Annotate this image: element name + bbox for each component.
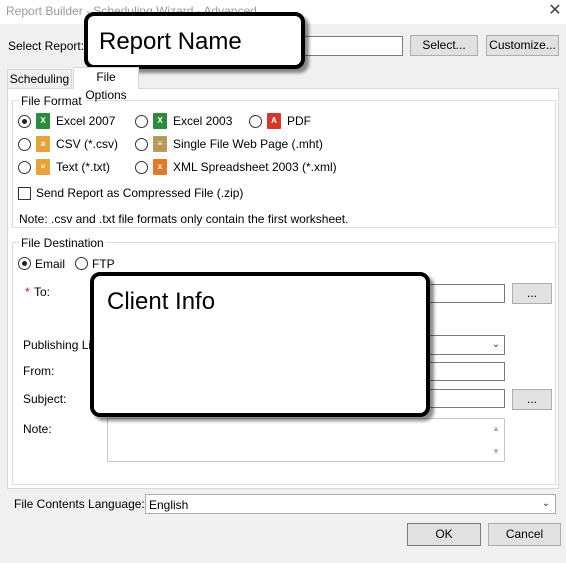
client-info-callout-text: Client Info (107, 288, 216, 315)
text-file-icon: ≡ (36, 159, 50, 175)
csv-label: CSV (*.csv) (56, 137, 119, 151)
text-radio[interactable] (18, 161, 31, 174)
subject-browse-button[interactable]: ... (512, 389, 552, 410)
file-format-legend: File Format (19, 94, 84, 108)
note-textarea[interactable] (107, 418, 505, 462)
cancel-button[interactable]: Cancel (488, 523, 561, 546)
xml-radio[interactable] (135, 161, 148, 174)
pdf-icon: A (267, 113, 281, 129)
customize-button[interactable]: Customize... (486, 35, 559, 56)
chevron-down-icon[interactable]: ⌄ (488, 336, 504, 354)
excel-icon: X (36, 113, 50, 129)
scroll-up-icon[interactable]: ▲ (490, 423, 502, 435)
web-page-radio[interactable] (135, 138, 148, 151)
scroll-down-icon[interactable]: ▼ (490, 446, 502, 458)
excel-2007-label: Excel 2007 (56, 114, 116, 128)
required-marker: * (25, 285, 30, 299)
chevron-down-icon[interactable]: ⌄ (538, 495, 554, 513)
email-label: Email (35, 257, 66, 271)
file-destination-legend: File Destination (19, 236, 106, 250)
ftp-label: FTP (92, 257, 115, 271)
to-label: To: (34, 285, 51, 299)
csv-radio[interactable] (18, 138, 31, 151)
csv-icon: a (36, 136, 50, 152)
text-label: Text (*.txt) (56, 160, 111, 174)
language-dropdown[interactable] (145, 494, 556, 514)
note-label: Note: (23, 422, 52, 436)
excel-2003-label: Excel 2003 (173, 114, 233, 128)
excel-2007-radio[interactable] (18, 115, 31, 128)
close-icon[interactable]: ✕ (546, 1, 564, 21)
compress-label: Send Report as Compressed File (.zip) (36, 186, 244, 200)
email-radio[interactable] (18, 257, 31, 270)
excel-2003-radio[interactable] (135, 115, 148, 128)
tab-scheduling[interactable]: Scheduling (7, 69, 72, 89)
tab-file-options[interactable]: File Options (73, 67, 139, 102)
language-label: File Contents Language: (14, 497, 145, 511)
ok-button[interactable]: OK (407, 523, 481, 546)
format-note: Note: .csv and .txt file formats only co… (19, 212, 349, 226)
select-report-label: Select Report: (8, 39, 85, 53)
from-label: From: (23, 364, 55, 378)
to-browse-button[interactable]: ... (512, 283, 552, 304)
excel-icon: X (153, 113, 167, 129)
select-button[interactable]: Select... (410, 35, 478, 56)
language-value: English (149, 498, 189, 512)
report-name-callout-text: Report Name (99, 28, 242, 55)
compress-checkbox[interactable] (18, 187, 31, 200)
xml-icon: x (153, 159, 167, 175)
subject-label: Subject: (23, 392, 67, 406)
web-page-icon: ≡ (153, 136, 167, 152)
pdf-label: PDF (287, 114, 311, 128)
ftp-radio[interactable] (75, 257, 88, 270)
publishing-list-label: Publishing Lis (23, 338, 98, 352)
pdf-radio[interactable] (249, 115, 262, 128)
web-page-label: Single File Web Page (.mht) (173, 137, 323, 151)
xml-label: XML Spreadsheet 2003 (*.xml) (173, 160, 337, 174)
